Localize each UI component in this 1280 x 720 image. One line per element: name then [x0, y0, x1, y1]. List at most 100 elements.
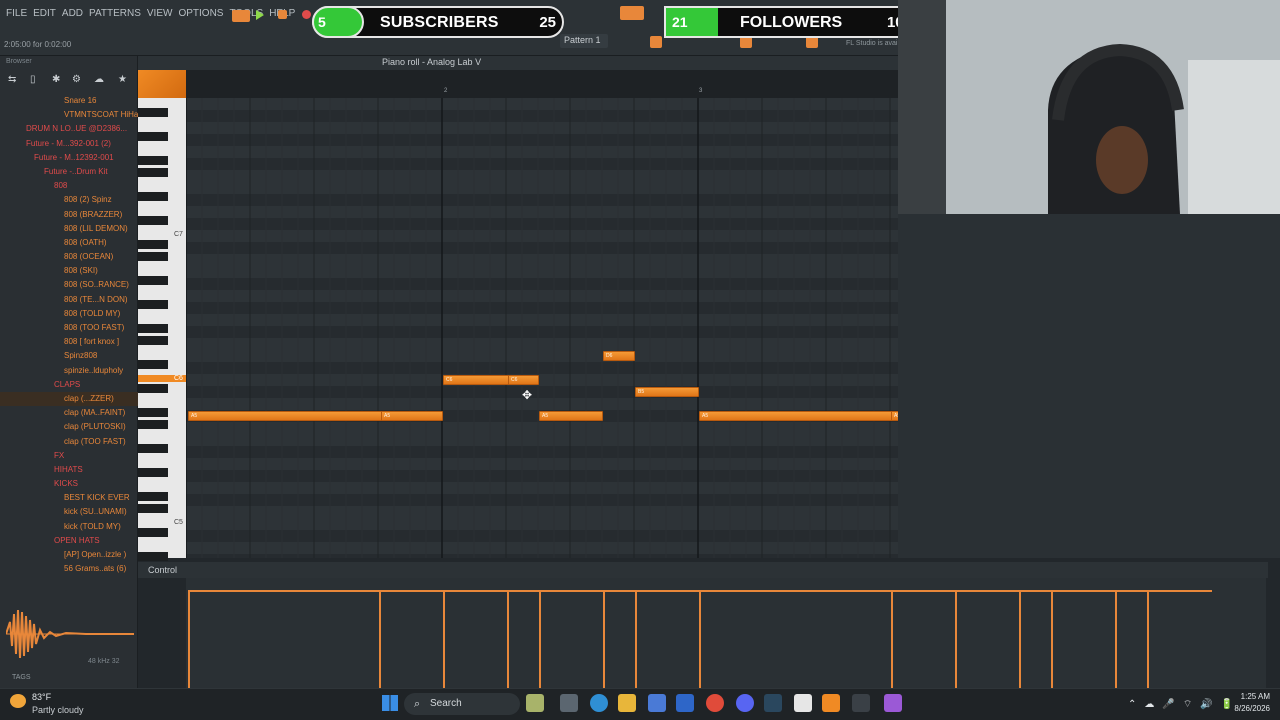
black-key[interactable]: [138, 156, 168, 165]
velocity-bar[interactable]: [539, 590, 541, 688]
black-key[interactable]: [138, 108, 168, 117]
menu-item-view[interactable]: VIEW: [147, 8, 173, 19]
note[interactable]: A5: [381, 411, 443, 421]
browser-folder[interactable]: KICKS: [0, 477, 138, 491]
menu-item-options[interactable]: OPTIONS: [178, 8, 223, 19]
browser-folder[interactable]: Future -..Drum Kit: [0, 165, 138, 179]
browser-item[interactable]: clap (PLUTOSKI): [0, 420, 138, 434]
black-key[interactable]: [138, 552, 168, 561]
menu-item-file[interactable]: FILE: [6, 8, 27, 19]
browser-item[interactable]: 808 (SO..RANCE): [0, 278, 138, 292]
browser-item[interactable]: 808 (OATH): [0, 236, 138, 250]
pattern-selector[interactable]: Pattern 1: [560, 34, 608, 48]
widgets-icon[interactable]: [526, 694, 544, 712]
browser-folder[interactable]: DRUM N LO..UE @D2386...: [0, 122, 138, 136]
black-key[interactable]: [138, 300, 168, 309]
taskbar-search[interactable]: [404, 693, 520, 715]
mixer-icon[interactable]: [650, 36, 662, 48]
browser-folder[interactable]: HIHATS: [0, 463, 138, 477]
settings-icon[interactable]: ⚙: [72, 74, 81, 85]
velocity-bar[interactable]: [603, 590, 605, 688]
velocity-bar[interactable]: [955, 590, 957, 688]
browser-item[interactable]: [AP] Open..izzle ): [0, 548, 138, 562]
steam-icon[interactable]: [764, 694, 782, 712]
file-icon[interactable]: ▯: [30, 74, 36, 85]
velocity-bar[interactable]: [635, 590, 637, 688]
browser-item[interactable]: kick (SU..UNAMI): [0, 505, 138, 519]
velocity-bar[interactable]: [443, 590, 445, 688]
velocity-bar[interactable]: [379, 590, 381, 688]
browser-item[interactable]: 56 Grams..ats (6): [0, 562, 138, 576]
black-key[interactable]: [138, 324, 168, 333]
fl-studio-icon[interactable]: [822, 694, 840, 712]
browser-item[interactable]: spinzie..ldupholy: [0, 364, 138, 378]
control-selector[interactable]: Control: [148, 565, 177, 575]
note[interactable]: D6: [603, 351, 635, 361]
black-key[interactable]: [138, 420, 168, 429]
system-tray[interactable]: ⌃☁🎤⌔🔊🔋: [1128, 698, 1241, 711]
velocity-bar[interactable]: [1115, 590, 1117, 688]
piano-keyboard[interactable]: C7 C6 C5: [138, 98, 186, 561]
browser-item[interactable]: 808 (TOLD MY): [0, 307, 138, 321]
browser-item[interactable]: 808 (TOO FAST): [0, 321, 138, 335]
explorer-icon[interactable]: [618, 694, 636, 712]
stop-icon[interactable]: [278, 10, 287, 19]
menu-item-add[interactable]: ADD: [62, 8, 83, 19]
plugin-database-icon[interactable]: ✱: [52, 74, 60, 85]
note[interactable]: C6: [508, 375, 539, 385]
note[interactable]: A5: [699, 411, 893, 421]
menu-item-edit[interactable]: EDIT: [33, 8, 56, 19]
browser-item[interactable]: 808 (OCEAN): [0, 250, 138, 264]
note[interactable]: B5: [635, 387, 699, 397]
back-icon[interactable]: ⇆: [8, 74, 16, 85]
browser-item[interactable]: BEST KICK EVER: [0, 491, 138, 505]
browser-folder[interactable]: Future - M...392-001 (2): [0, 137, 138, 151]
black-key[interactable]: [138, 408, 168, 417]
play-icon[interactable]: [256, 10, 264, 20]
browser-item[interactable]: 808 (2) Spinz: [0, 193, 138, 207]
store-icon[interactable]: [648, 694, 666, 712]
browser-folder[interactable]: 808: [0, 179, 138, 193]
browser-item[interactable]: 808 (LIL DEMON): [0, 222, 138, 236]
browser-item[interactable]: Snare 16: [0, 94, 138, 108]
browser-item[interactable]: VTMNTSCOAT HiHat: [0, 108, 138, 122]
record-icon[interactable]: [302, 10, 311, 19]
document-icon[interactable]: [794, 694, 812, 712]
black-key[interactable]: [138, 468, 168, 477]
browser-folder[interactable]: FX: [0, 449, 138, 463]
black-key[interactable]: [138, 528, 168, 537]
browser-item[interactable]: kick (TOLD MY): [0, 520, 138, 534]
black-key[interactable]: [138, 336, 168, 345]
discord-icon[interactable]: [736, 694, 754, 712]
song-mode-icon[interactable]: [232, 10, 250, 22]
edge-icon[interactable]: [590, 694, 608, 712]
black-key[interactable]: [138, 360, 168, 369]
velocity-bar[interactable]: [188, 590, 190, 688]
black-key[interactable]: [138, 168, 168, 177]
black-key[interactable]: [138, 192, 168, 201]
streaming-app-icon[interactable]: [884, 694, 902, 712]
mail-icon[interactable]: [676, 694, 694, 712]
note[interactable]: A5: [539, 411, 603, 421]
velocity-bar[interactable]: [1147, 590, 1149, 688]
black-key[interactable]: [138, 132, 168, 141]
tempo-icon[interactable]: [620, 6, 644, 20]
black-key[interactable]: [138, 252, 168, 261]
velocity-editor[interactable]: [186, 578, 1266, 688]
chrome-icon[interactable]: [706, 694, 724, 712]
black-key[interactable]: [138, 444, 168, 453]
velocity-bar[interactable]: [1051, 590, 1053, 688]
browser-item[interactable]: clap (MA..FAINT): [0, 406, 138, 420]
browser-item[interactable]: Spinz808: [0, 349, 138, 363]
black-key[interactable]: [138, 240, 168, 249]
velocity-bar[interactable]: [699, 590, 701, 688]
task-view-icon[interactable]: [560, 694, 578, 712]
browser-folder[interactable]: OPEN HATS: [0, 534, 138, 548]
cloud-icon[interactable]: ☁: [94, 74, 104, 85]
browser-item[interactable]: 808 [ fort knox ]: [0, 335, 138, 349]
browser-folder[interactable]: CLAPS: [0, 378, 138, 392]
windows-start-icon[interactable]: [382, 695, 398, 711]
black-key[interactable]: [138, 504, 168, 513]
black-key[interactable]: [138, 492, 168, 501]
browser-item[interactable]: 808 (TE...N DON): [0, 293, 138, 307]
